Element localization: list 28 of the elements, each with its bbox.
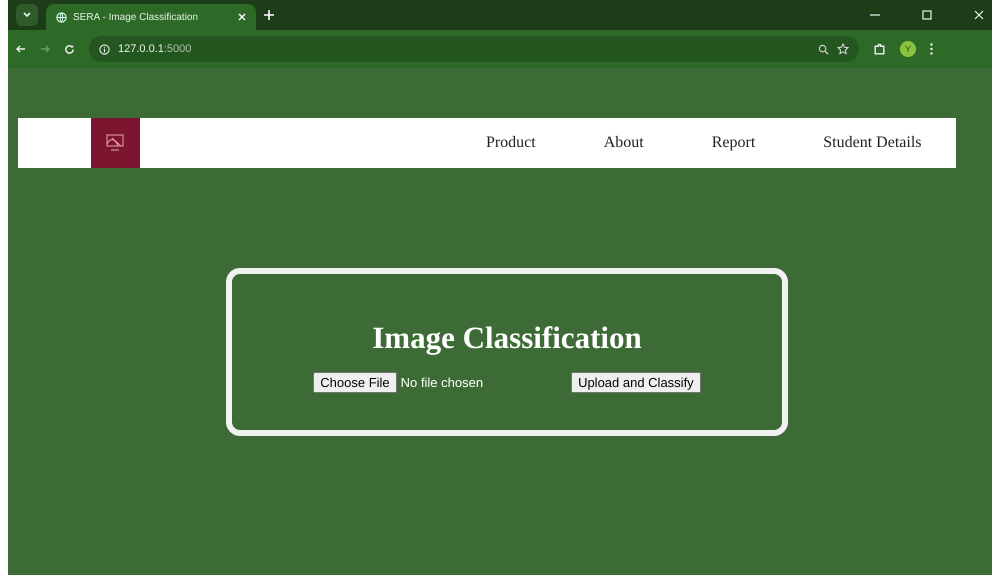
file-status: No file chosen xyxy=(400,374,484,390)
menu-icon[interactable] xyxy=(930,43,933,55)
zoom-icon[interactable] xyxy=(818,44,829,54)
globe-icon xyxy=(56,12,67,22)
upload-button[interactable]: Upload and Classify xyxy=(571,372,701,392)
nav-link[interactable]: Report xyxy=(678,134,790,152)
logo-icon xyxy=(104,134,126,152)
star-icon[interactable] xyxy=(837,43,849,55)
chevron-down-icon xyxy=(23,12,31,18)
nav-link[interactable]: About xyxy=(570,134,678,152)
maximize-icon[interactable] xyxy=(922,10,932,20)
close-icon[interactable] xyxy=(974,10,984,20)
minimize-icon[interactable] xyxy=(870,14,880,16)
profile-avatar[interactable]: Y xyxy=(900,41,916,57)
new-tab-icon[interactable] xyxy=(264,10,274,20)
back-arrow-icon[interactable] xyxy=(16,44,26,54)
choose-file-button[interactable]: Choose File xyxy=(313,372,397,392)
browser-tab[interactable]: SERA - Image Classification xyxy=(46,4,256,30)
tab-search-button[interactable] xyxy=(16,4,38,26)
page-heading: Image Classification xyxy=(372,320,642,356)
tab-title: SERA - Image Classification xyxy=(73,12,200,22)
logo[interactable] xyxy=(90,118,140,168)
address-bar[interactable]: 127.0.0.1:5000 xyxy=(89,36,859,62)
info-icon xyxy=(99,44,110,54)
nav-link[interactable]: Product xyxy=(452,134,570,152)
nav-link[interactable]: Student Details xyxy=(789,134,956,152)
reload-icon[interactable] xyxy=(64,44,75,54)
extensions-icon[interactable] xyxy=(873,42,886,56)
